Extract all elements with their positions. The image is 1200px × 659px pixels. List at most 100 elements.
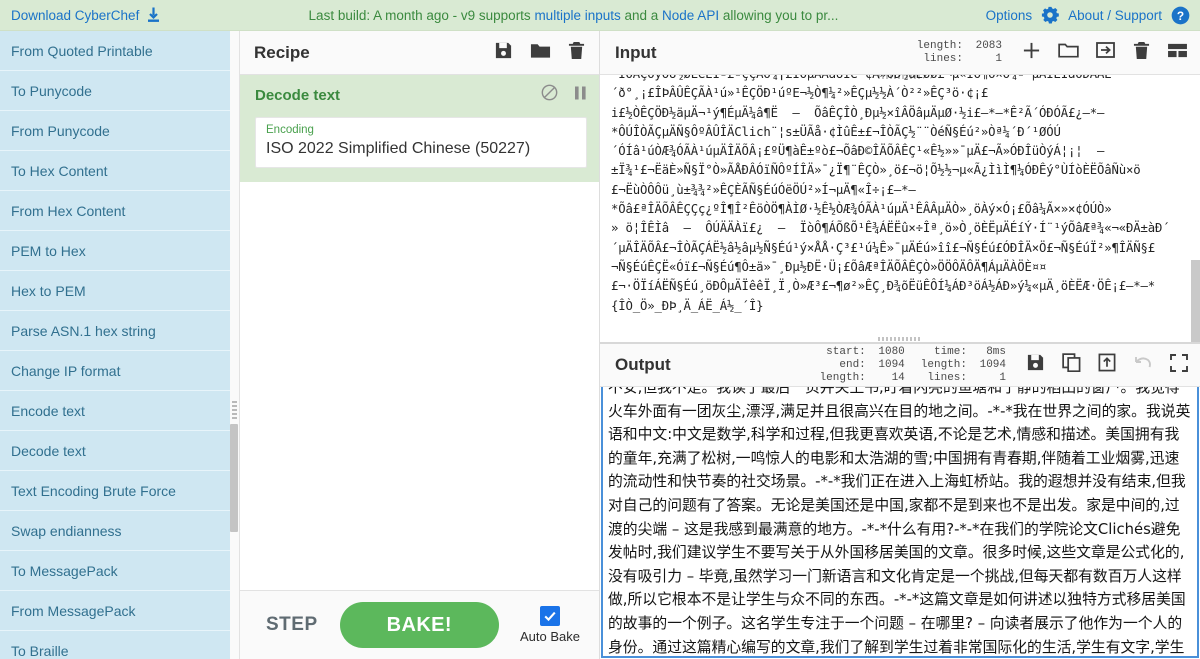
stat-value: 14	[891, 371, 905, 384]
operation-list-item[interactable]: To Punycode	[0, 71, 230, 111]
input-tabs-layout-icon[interactable]	[1167, 42, 1188, 64]
output-title: Output	[615, 355, 671, 374]
output-text-plain: 不安,但我不是。我读了最后一页并关上书,盯着闪亮的鱼塘和宁静的稻田的窗户。我觉得…	[608, 387, 1191, 656]
multiple-inputs-link[interactable]: multiple inputs	[534, 8, 620, 23]
input-title: Input	[615, 42, 657, 62]
maximise-output-icon[interactable]	[1170, 353, 1188, 377]
add-input-tab-icon[interactable]	[1022, 41, 1041, 65]
page-title: Recipe	[254, 42, 310, 62]
operation-list-item[interactable]: Parse ASN.1 hex string	[0, 311, 230, 351]
operation-list-item[interactable]: Swap endianness	[0, 511, 230, 551]
recipe-operation-name: Decode text	[255, 86, 341, 104]
stat-row: length: 14	[820, 372, 905, 385]
recipe-operations-list[interactable]: Decode text Encoding ISO 2022 Simplified…	[240, 75, 599, 590]
operation-list-item[interactable]: From Hex Content	[0, 191, 230, 231]
auto-bake-checkbox[interactable]	[540, 606, 560, 626]
top-banner: Download CyberChef Last build: A month a…	[0, 0, 1200, 31]
operation-list-item[interactable]: Encode text	[0, 391, 230, 431]
recipe-operation-header: Decode text	[255, 84, 587, 106]
input-stats: length: 2083 lines: 1	[917, 40, 1002, 66]
operation-label: Hex to PEM	[11, 282, 86, 299]
clear-input-icon[interactable]	[1133, 41, 1150, 65]
operation-label: To Punycode	[11, 82, 92, 99]
svg-text:?: ?	[1177, 8, 1184, 22]
recipe-argument-encoding[interactable]: Encoding ISO 2022 Simplified Chinese (50…	[255, 117, 587, 168]
recipe-operation-controls	[541, 84, 587, 106]
operation-list-item[interactable]: Hex to PEM	[0, 271, 230, 311]
stat-key: length:	[920, 358, 967, 371]
output-stats-right-column: time: 8ms length: 1094 lines: 1	[921, 346, 1006, 385]
build-notice-suffix: allowing you to pr...	[719, 7, 839, 23]
stat-value: 1094	[979, 358, 1006, 371]
stat-key: end:	[839, 358, 866, 371]
auto-bake-control[interactable]: Auto Bake	[513, 606, 587, 644]
replace-input-with-output-icon[interactable]	[1098, 353, 1116, 377]
build-notice-mid: and a	[620, 7, 663, 23]
input-scrollbar[interactable]	[1191, 75, 1200, 342]
operations-scrollbar[interactable]	[230, 31, 239, 659]
recipe-operation-decode-text[interactable]: Decode text Encoding ISO 2022 Simplified…	[240, 75, 599, 182]
operation-label: Parse ASN.1 hex string	[11, 322, 156, 339]
stat-key: start:	[826, 345, 866, 358]
input-title-bar: Input length: 2083 lines: 1	[600, 31, 1200, 75]
output-title-bar: Output start: 1080 end: 1094 length: 14 time:…	[600, 343, 1200, 387]
operations-sidebar: From Quoted Printable To Punycode From Pun…	[0, 31, 240, 659]
output-stats: start: 1080 end: 1094 length: 14 time: 8ms leng…	[820, 346, 1006, 385]
argument-value[interactable]: ISO 2022 Simplified Chinese (50227)	[266, 138, 577, 160]
open-folder-icon[interactable]	[1058, 41, 1079, 64]
save-output-icon[interactable]	[1026, 353, 1045, 377]
node-api-link[interactable]: Node API	[662, 8, 719, 23]
operation-list-item[interactable]: Change IP format	[0, 351, 230, 391]
pause-icon[interactable]	[574, 85, 587, 106]
operation-list-item[interactable]: To Braille	[0, 631, 230, 659]
operation-list-item[interactable]: To Hex Content	[0, 151, 230, 191]
stat-value: 1	[995, 52, 1002, 65]
operation-label: To Braille	[11, 642, 69, 659]
question-circle-icon[interactable]: ?	[1171, 6, 1190, 25]
operation-list-item[interactable]: Text Encoding Brute Force	[0, 471, 230, 511]
operations-list[interactable]: From Quoted Printable To Punycode From Pun…	[0, 31, 230, 659]
operation-label: Encode text	[11, 402, 85, 419]
operation-list-item[interactable]: From Quoted Printable	[0, 31, 230, 71]
operation-list-item[interactable]: From MessagePack	[0, 591, 230, 631]
save-recipe-icon[interactable]	[494, 41, 513, 65]
recipe-controls: STEP BAKE! Auto Bake	[240, 590, 599, 659]
stat-key: time:	[933, 345, 967, 358]
cyberchef-app: Download CyberChef Last build: A month a…	[0, 0, 1200, 659]
download-icon[interactable]	[146, 7, 161, 23]
operation-list-item[interactable]: Decode text	[0, 431, 230, 471]
operation-list-item[interactable]: From Punycode	[0, 111, 230, 151]
bake-button[interactable]: BAKE!	[339, 602, 499, 648]
about-support-button[interactable]: About / Support	[1068, 8, 1162, 23]
input-textarea[interactable]: *ÎÒÃÇÕýÔÚ½øÈëÉÏº£ºçÇÅÕ¾¡£ÎÒµÄÃåÛÏë²¢Ã»ÓÐ…	[600, 75, 1200, 343]
stat-key: length:	[916, 39, 963, 52]
operation-label: From Punycode	[11, 122, 110, 139]
operation-label: To MessagePack	[11, 562, 118, 579]
output-textarea[interactable]: 不安,但我不是。我读了最后一页并关上书,盯着闪亮的鱼塘和宁静的稻田的窗户。我觉得…	[601, 387, 1199, 658]
copy-output-icon[interactable]	[1062, 353, 1081, 377]
banner-left: Download CyberChef	[0, 7, 161, 23]
disable-icon[interactable]	[541, 84, 558, 106]
input-text-content[interactable]: *ÎÒÃÇÕýÔÚ½øÈëÉÏº£ºçÇÅÕ¾¡£ÎÒµÄÃåÛÏë²¢Ã»ÓÐ…	[611, 75, 1184, 316]
io-panel: Input length: 2083 lines: 1 ´ð°¸¡£ÎÞÂÛÊÇ…	[600, 31, 1200, 659]
input-scrollbar-thumb[interactable]	[1191, 260, 1200, 342]
operation-label: Change IP format	[11, 362, 121, 379]
operation-label: PEM to Hex	[11, 242, 86, 259]
open-folder-as-input-icon[interactable]	[1096, 41, 1116, 64]
stat-value: 2083	[975, 39, 1002, 52]
options-button[interactable]: Options	[986, 8, 1033, 23]
recipe-toolbar	[494, 41, 585, 65]
operation-label: From Quoted Printable	[11, 42, 153, 59]
step-button[interactable]: STEP	[258, 610, 326, 640]
operation-label: Text Encoding Brute Force	[11, 482, 176, 499]
clear-recipe-icon[interactable]	[568, 41, 585, 65]
input-drag-handle[interactable]	[878, 337, 922, 341]
operations-scrollbar-thumb[interactable]	[230, 424, 238, 532]
load-recipe-icon[interactable]	[530, 41, 551, 65]
gear-icon[interactable]	[1041, 6, 1059, 24]
download-cyberchef-link[interactable]: Download CyberChef	[11, 8, 139, 23]
build-notice-prefix: Last build: A month ago - v9 supports	[308, 7, 535, 23]
operation-list-item[interactable]: PEM to Hex	[0, 231, 230, 271]
operation-list-item[interactable]: To MessagePack	[0, 551, 230, 591]
output-text-content[interactable]: 不安,但我不是。我读了最后一页并关上书,盯着闪亮的鱼塘和宁静的稻田的窗户。我觉得…	[608, 387, 1191, 656]
